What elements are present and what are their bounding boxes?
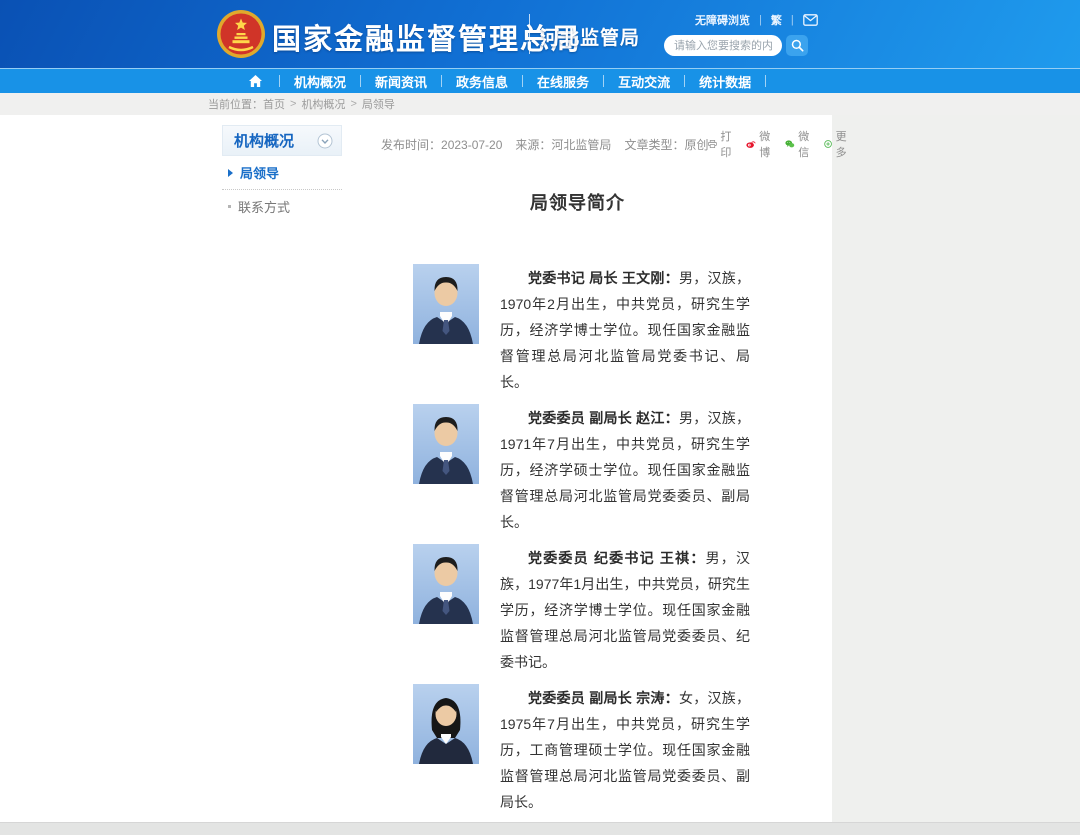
breadcrumb: 当前位置： 首页 > 机构概况 > 局领导	[0, 93, 1080, 115]
mail-icon[interactable]	[803, 14, 818, 26]
leader-bio-text: 男，汉族，1971年7月出生，中共党员，研究生学历，经济学硕士学位。现任国家金融…	[500, 410, 750, 530]
leader-row: 党委委员 副局长 宗涛：女，汉族，1975年7月出生，中共党员，研究生学历，工商…	[413, 684, 790, 815]
sidebar-title: 机构概况	[234, 130, 294, 151]
breadcrumb-juling-dao[interactable]: 局领导	[362, 96, 395, 112]
site-header: 国家金融监督管理总局 河北监管局 无障碍浏览 | 繁 |	[0, 0, 1080, 68]
printer-icon	[708, 138, 717, 150]
leader-heading: 党委委员 副局长 赵江：	[528, 410, 679, 426]
magnifier-icon	[791, 39, 804, 52]
sidebar-header[interactable]: 机构概况	[222, 125, 342, 156]
main-area: 机构概况 局领导 联系方式 发布时间：2023-07-20 来源	[0, 115, 1080, 822]
leader-bio-text: 女，汉族，1975年7月出生，中共党员，研究生学历，工商管理硕士学位。现任国家金…	[500, 690, 750, 810]
leader-row: 党委书记 局长 王文刚：男，汉族，1970年2月出生，中共党员，研究生学历，经济…	[413, 264, 790, 395]
leaders-list: 党委书记 局长 王文刚：男，汉族，1970年2月出生，中共党员，研究生学历，经济…	[365, 264, 790, 835]
nav-item-zhengwu-xinxi[interactable]: 政务信息	[442, 69, 522, 93]
leader-photo	[413, 544, 479, 624]
leader-bio: 党委委员 副局长 赵江：男，汉族，1971年7月出生，中共党员，研究生学历，经济…	[500, 405, 750, 535]
leader-bio: 党委书记 局长 王文刚：男，汉族，1970年2月出生，中共党员，研究生学历，经济…	[500, 265, 750, 395]
nav-home[interactable]	[232, 69, 279, 93]
title-divider	[529, 14, 530, 54]
breadcrumb-separator: >	[290, 98, 296, 110]
leader-row: 党委委员 纪委书记 王祺：男，汉族，1977年1月出生，中共党员，研究生学历，经…	[413, 544, 790, 675]
sidebar-item-juling-dao[interactable]: 局领导	[222, 156, 342, 189]
sidebar-item-label: 联系方式	[238, 197, 290, 216]
share-actions: 打印 微博	[708, 128, 850, 160]
leader-bio: 党委委员 纪委书记 王祺：男，汉族，1977年1月出生，中共党员，研究生学历，经…	[500, 545, 750, 675]
article-meta: 发布时间：2023-07-20 来源：河北监管局 文章类型：原创 打印	[365, 128, 790, 160]
wechat-icon	[785, 138, 795, 150]
nav-item-xinwen-zixun[interactable]: 新闻资讯	[361, 69, 441, 93]
search-input[interactable]	[664, 35, 782, 56]
chevron-down-icon[interactable]	[317, 133, 333, 149]
meta-left: 发布时间：2023-07-20 来源：河北监管局 文章类型：原创	[381, 136, 708, 153]
weibo-share-button[interactable]: 微博	[746, 128, 774, 160]
leader-photo	[413, 404, 479, 484]
nav-item-jigou-gaikuang[interactable]: 机构概况	[280, 69, 360, 93]
page-title: 局领导简介	[365, 189, 790, 215]
leader-photo	[413, 264, 479, 344]
search-box	[664, 35, 808, 56]
bottom-strip	[0, 822, 1080, 835]
breadcrumb-jigou-gaikuang[interactable]: 机构概况	[301, 96, 345, 112]
article: 发布时间：2023-07-20 来源：河北监管局 文章类型：原创 打印	[365, 128, 790, 835]
sidebar-item-label: 局领导	[240, 163, 279, 182]
accessibility-link[interactable]: 无障碍浏览	[695, 12, 750, 28]
bullet-icon	[228, 205, 231, 208]
publish-time: 发布时间：2023-07-20	[381, 136, 502, 153]
leader-heading: 党委委员 副局长 宗涛：	[528, 690, 679, 706]
nav-item-hudong-jiaoliu[interactable]: 互动交流	[604, 69, 684, 93]
leader-photo	[413, 684, 479, 764]
sidebar: 机构概况 局领导 联系方式	[222, 125, 342, 223]
breadcrumb-label: 当前位置：	[208, 96, 263, 112]
nav-item-tongji-shuju[interactable]: 统计数据	[685, 69, 765, 93]
leader-bio-text: 男，汉族，1970年2月出生，中共党员，研究生学历，经济学博士学位。现任国家金融…	[500, 270, 750, 390]
traditional-chinese-link[interactable]: 繁	[771, 12, 782, 28]
nav-divider	[765, 75, 766, 87]
sidebar-item-lianxi-fangshi[interactable]: 联系方式	[222, 190, 342, 223]
china-national-emblem-icon	[216, 9, 266, 59]
leader-bio: 党委委员 副局长 宗涛：女，汉族，1975年7月出生，中共党员，研究生学历，工商…	[500, 685, 750, 815]
active-arrow-icon	[228, 169, 233, 177]
leader-row: 党委委员 副局长 赵江：男，汉族，1971年7月出生，中共党员，研究生学历，经济…	[413, 404, 790, 535]
page: 国家金融监督管理总局 河北监管局 无障碍浏览 | 繁 |	[0, 0, 1080, 835]
nav-item-zaixian-fuwu[interactable]: 在线服务	[523, 69, 603, 93]
more-icon	[824, 138, 832, 150]
breadcrumb-home[interactable]: 首页	[263, 96, 285, 112]
top-link-separator: |	[791, 14, 794, 26]
bureau-title: 河北监管局	[540, 23, 640, 50]
agency-title: 国家金融监督管理总局	[272, 16, 582, 58]
breadcrumb-separator: >	[350, 98, 356, 110]
leader-heading: 党委书记 局长 王文刚：	[528, 270, 679, 286]
home-icon	[248, 74, 263, 88]
weibo-icon	[746, 138, 756, 150]
leader-bio-text: 男，汉族，1977年1月出生，中共党员，研究生学历，经济学博士学位。现任国家金融…	[500, 550, 750, 670]
top-link-separator: |	[759, 14, 762, 26]
more-share-button[interactable]: 更多	[824, 128, 850, 160]
right-margin-panel	[832, 115, 1080, 822]
article-type: 文章类型：原创	[624, 136, 708, 153]
wechat-share-button[interactable]: 微信	[785, 128, 813, 160]
top-links: 无障碍浏览 | 繁 |	[695, 12, 818, 28]
source: 来源：河北监管局	[515, 136, 611, 153]
leader-heading: 党委委员 纪委书记 王祺：	[528, 550, 706, 566]
search-button[interactable]	[786, 35, 808, 56]
main-nav: 机构概况 新闻资讯 政务信息 在线服务 互动交流 统计数据	[0, 68, 1080, 93]
print-button[interactable]: 打印	[708, 128, 735, 160]
